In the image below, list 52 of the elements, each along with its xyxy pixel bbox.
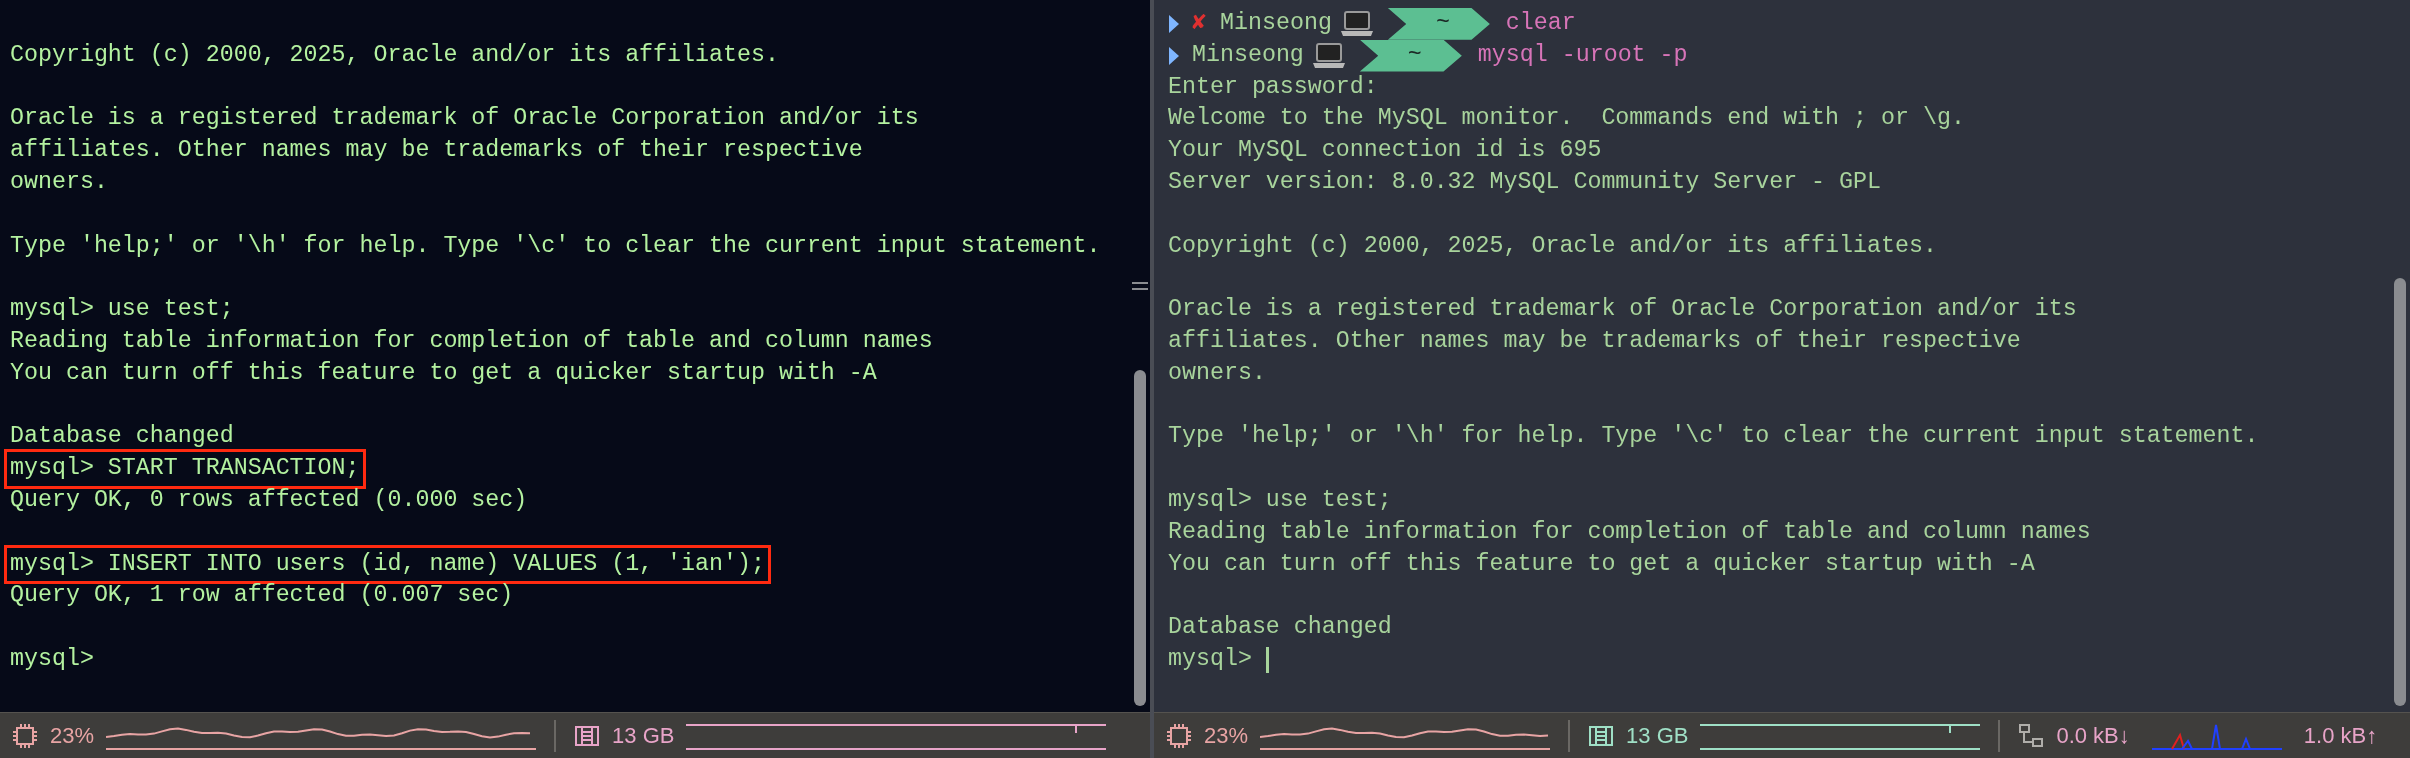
cpu-usage-text: 23% — [50, 722, 95, 750]
laptop-icon — [1311, 40, 1346, 71]
mysql-prompt: mysql> — [1168, 644, 1252, 674]
download-rate-text: 0.0 kB↓ — [2056, 722, 2130, 750]
directory-segment: ~ — [1359, 39, 1462, 72]
terminal-text: Server version: 8.0.32 MySQL Community Server - GPL — [1168, 168, 1881, 197]
terminal-text: Database changed — [10, 422, 234, 452]
terminal-text: You can turn off this feature to get a quicker startup with -A — [1168, 549, 2035, 579]
terminal-text: Type 'help;' or '\h' for help. Type '\c' to clear the current input statement. — [10, 231, 1101, 261]
terminal-pane[interactable] — [1154, 0, 2410, 758]
split-handle-icon — [1132, 282, 1148, 290]
cpu-icon — [12, 722, 38, 749]
terminal-text: affiliates. Other names may be trademarks of their respective — [10, 136, 863, 166]
error-mark: ✘ — [1192, 9, 1207, 38]
memory-usage-text: 13 GB — [1626, 722, 1689, 750]
terminal-text: Copyright (c) 2000, 2025, Oracle and/or its affiliates. — [1168, 231, 1937, 261]
terminal-text: mysql> use test; — [10, 295, 234, 325]
directory-segment: ~ — [1387, 8, 1490, 40]
terminal-text: You can turn off this feature to get a quicker startup with -A — [10, 358, 877, 388]
terminal-text: Your MySQL connection id is 695 — [1168, 136, 1602, 166]
network-icon — [2018, 722, 2045, 749]
user-name: Minseong — [1220, 9, 1332, 38]
scrollbar-thumb[interactable] — [1134, 370, 1146, 706]
text-cursor — [1265, 646, 1269, 673]
command-text: clear — [1505, 9, 1576, 38]
terminal-text: Query OK, 0 rows affected (0.000 sec) — [10, 485, 528, 515]
cpu-icon — [1166, 722, 1192, 749]
terminal-text: Query OK, 1 row affected (0.007 sec) — [10, 581, 514, 611]
terminal-text: Oracle is a registered trademark of Oracle Corporation and/or its — [1168, 295, 2077, 325]
memory-usage-text: 13 GB — [612, 722, 675, 750]
terminal-text: Welcome to the MySQL monitor. Commands end with ; or \g. — [1168, 104, 1965, 134]
terminal-pane[interactable] — [0, 0, 1150, 758]
scrollbar-thumb[interactable] — [2394, 278, 2406, 706]
terminal-text: Copyright (c) 2000, 2025, Oracle and/or its affiliates. — [10, 40, 779, 70]
command-text: mysql -uroot -p — [1477, 40, 1688, 70]
terminal-text: affiliates. Other names may be trademarks of their respective — [1168, 326, 2021, 356]
cpu-usage-text: 23% — [1204, 722, 1249, 750]
terminal-text: owners. — [10, 168, 108, 197]
prompt-arrow-icon — [1168, 13, 1180, 34]
terminal-text: Reading table information for completion of table and column names — [1168, 517, 2091, 547]
prompt-arrow-icon — [1168, 45, 1180, 66]
terminal-text: Oracle is a registered trademark of Oracle Corporation and/or its — [10, 104, 919, 134]
terminal-text: mysql> — [10, 644, 94, 674]
terminal-text: Enter password: — [1168, 72, 1378, 102]
upload-rate-text: 1.0 kB↑ — [2303, 722, 2378, 750]
terminal-text: owners. — [1168, 358, 1266, 388]
terminal-text: Type 'help;' or '\h' for help. Type '\c' to clear the current input statement. — [1168, 422, 2259, 452]
user-name: Minseong — [1192, 40, 1304, 70]
laptop-icon — [1339, 8, 1374, 39]
terminal-text: Reading table information for completion of table and column names — [10, 326, 933, 356]
terminal-text: Database changed — [1168, 613, 1392, 643]
terminal-text: mysql> use test; — [1168, 485, 1392, 515]
